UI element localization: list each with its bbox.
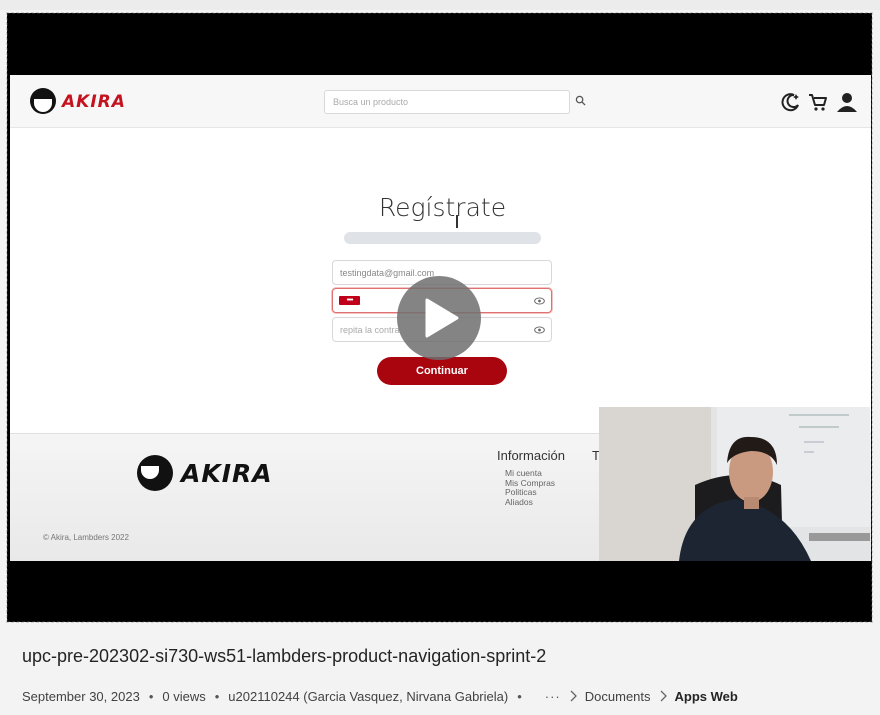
video-views: 0 views (162, 688, 206, 704)
chevron-right-icon (659, 690, 667, 702)
more-options-button[interactable]: ··· (545, 689, 561, 704)
site-logo-text: AKIRA (62, 92, 126, 112)
register-progress-bar (344, 232, 541, 244)
footer-links: Mi cuenta Mis Compras Politicas Aliados (505, 468, 555, 507)
password-mask: •••• (339, 296, 360, 305)
register-title: Regístrate (378, 193, 507, 222)
chevron-right-icon (569, 690, 577, 702)
site-search-input: Busca un producto (324, 90, 570, 114)
meta-separator: • (148, 688, 154, 704)
breadcrumb-apps-web[interactable]: Apps Web (675, 689, 738, 704)
top-bar (0, 0, 880, 10)
footer-logo-text: AKIRA (181, 459, 273, 488)
akira-logo-icon (30, 88, 56, 114)
video-author[interactable]: u202110244 (Garcia Vasquez, Nirvana Gabr… (228, 689, 508, 704)
repeat-password-placeholder: repita la contra (340, 325, 400, 335)
search-icon (575, 95, 586, 106)
text-cursor (456, 215, 458, 228)
footer-copyright: © Akira, Lambders 2022 (43, 533, 129, 542)
video-date: September 30, 2023 (22, 688, 140, 704)
footer-logo-icon (137, 455, 173, 491)
breadcrumb-documents[interactable]: Documents (585, 689, 651, 704)
footer-link: Aliados (505, 496, 533, 507)
cart-icon (809, 94, 827, 111)
meta-separator: • (214, 688, 220, 704)
meta-separator: • (517, 688, 522, 704)
site-header: AKIRA Busca un producto (10, 75, 871, 128)
video-page: AKIRA Busca un producto Regístrate testi… (0, 0, 880, 715)
video-title: upc-pre-202302-si730-ws51-lambders-produ… (22, 646, 547, 666)
theme-toggle-icon (781, 93, 799, 112)
presenter-image (599, 407, 870, 561)
continue-button: Continuar (377, 357, 507, 385)
user-icon (837, 93, 857, 112)
eye-icon (534, 297, 545, 305)
play-icon (425, 298, 459, 338)
webcam-overlay (599, 407, 870, 561)
video-meta: September 30, 2023 • 0 views • u20211024… (22, 687, 738, 705)
footer-heading: Información (497, 448, 565, 463)
play-button[interactable] (397, 276, 481, 360)
eye-icon (534, 326, 545, 334)
